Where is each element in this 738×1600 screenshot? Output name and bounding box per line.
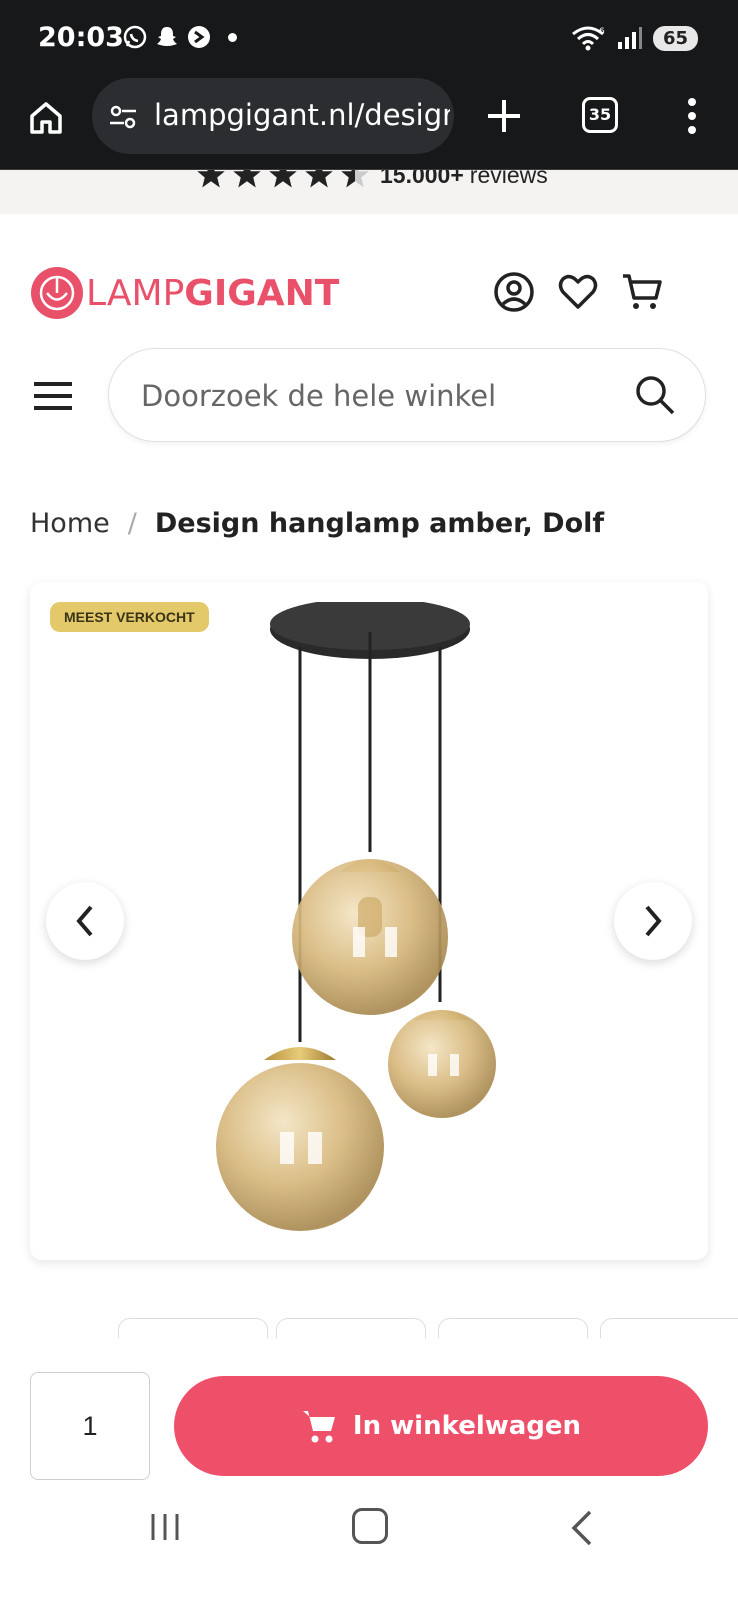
signal-icon (617, 27, 642, 49)
logo-text-lamp: LAMP (86, 272, 185, 314)
tab-switcher-button[interactable]: 35 (582, 97, 618, 133)
product-image-gallery[interactable]: MEEST VERKOCHT (30, 582, 708, 1260)
chevron-left-icon (76, 905, 93, 937)
quantity-input[interactable]: 1 (30, 1372, 150, 1480)
thumbnail-strip (0, 1318, 738, 1338)
add-to-cart-label: In winkelwagen (352, 1411, 582, 1441)
new-tab-icon[interactable] (484, 96, 524, 136)
breadcrumb: Home / Design hanglamp amber, Dolf (30, 508, 604, 539)
chevron-right-icon (645, 905, 662, 937)
breadcrumb-separator: / (127, 508, 137, 539)
site-settings-icon[interactable] (108, 102, 138, 132)
wifi-icon: 6 (572, 26, 605, 51)
snapchat-icon (157, 27, 177, 46)
url-text: lampgigant.nl/design-hanglamp-amber-dolf (154, 98, 450, 132)
address-bar[interactable]: lampgigant.nl/design-hanglamp-amber-dolf (92, 78, 454, 154)
browser-toolbar: lampgigant.nl/design-hanglamp-amber-dolf… (0, 78, 738, 170)
star-icon (233, 170, 261, 188)
breadcrumb-home-link[interactable]: Home (30, 508, 110, 539)
thumbnail[interactable] (438, 1318, 588, 1338)
home-icon[interactable] (26, 98, 66, 138)
more-notifications-dot (228, 32, 237, 42)
logo-mark-icon (31, 267, 83, 319)
sticky-cart-bar: 1 In winkelwagen (0, 1338, 738, 1480)
battery-indicator: 65 (652, 25, 698, 51)
app-icon (188, 26, 210, 48)
search-input[interactable]: Doorzoek de hele winkel (108, 348, 706, 442)
status-bar: 20:03 6 65 (0, 0, 738, 78)
system-status: 6 65 (571, 24, 698, 52)
logo-text-gigant: GIGANT (184, 272, 340, 314)
svg-text:6: 6 (599, 27, 605, 37)
wishlist-heart-icon[interactable] (556, 270, 600, 314)
notification-icons (122, 24, 237, 50)
gallery-prev-button[interactable] (46, 882, 124, 960)
recent-apps-icon[interactable] (148, 1510, 182, 1544)
thumbnail[interactable] (600, 1318, 738, 1338)
site-logo[interactable]: LAMP GIGANT (30, 266, 339, 320)
pendant-lamp-image[interactable] (200, 602, 540, 1242)
star-icon (269, 170, 297, 188)
status-time: 20:03 (38, 22, 124, 53)
breadcrumb-current: Design hanglamp amber, Dolf (154, 508, 605, 539)
search-placeholder: Doorzoek de hele winkel (141, 379, 497, 413)
cart-icon (302, 1411, 335, 1443)
review-label: reviews (469, 170, 548, 188)
cart-icon[interactable] (620, 270, 664, 314)
back-icon[interactable] (566, 1508, 596, 1548)
thumbnail[interactable] (118, 1318, 268, 1338)
gallery-next-button[interactable] (614, 882, 692, 960)
account-icon[interactable] (492, 270, 536, 314)
whatsapp-icon (123, 25, 147, 49)
search-icon[interactable] (633, 373, 677, 417)
menu-hamburger-icon[interactable] (34, 380, 72, 412)
add-to-cart-button[interactable]: In winkelwagen (174, 1376, 708, 1476)
home-button[interactable] (352, 1508, 388, 1544)
half-star-icon (341, 170, 369, 188)
star-icon (197, 170, 225, 188)
review-strip: 15.000+ reviews (0, 170, 738, 214)
thumbnail[interactable] (276, 1318, 426, 1338)
star-icon (305, 170, 333, 188)
system-navigation-bar (0, 1480, 738, 1600)
more-menu-icon[interactable] (680, 96, 704, 136)
bestseller-badge: MEEST VERKOCHT (50, 602, 209, 632)
review-count: 15.000+ (380, 170, 464, 188)
